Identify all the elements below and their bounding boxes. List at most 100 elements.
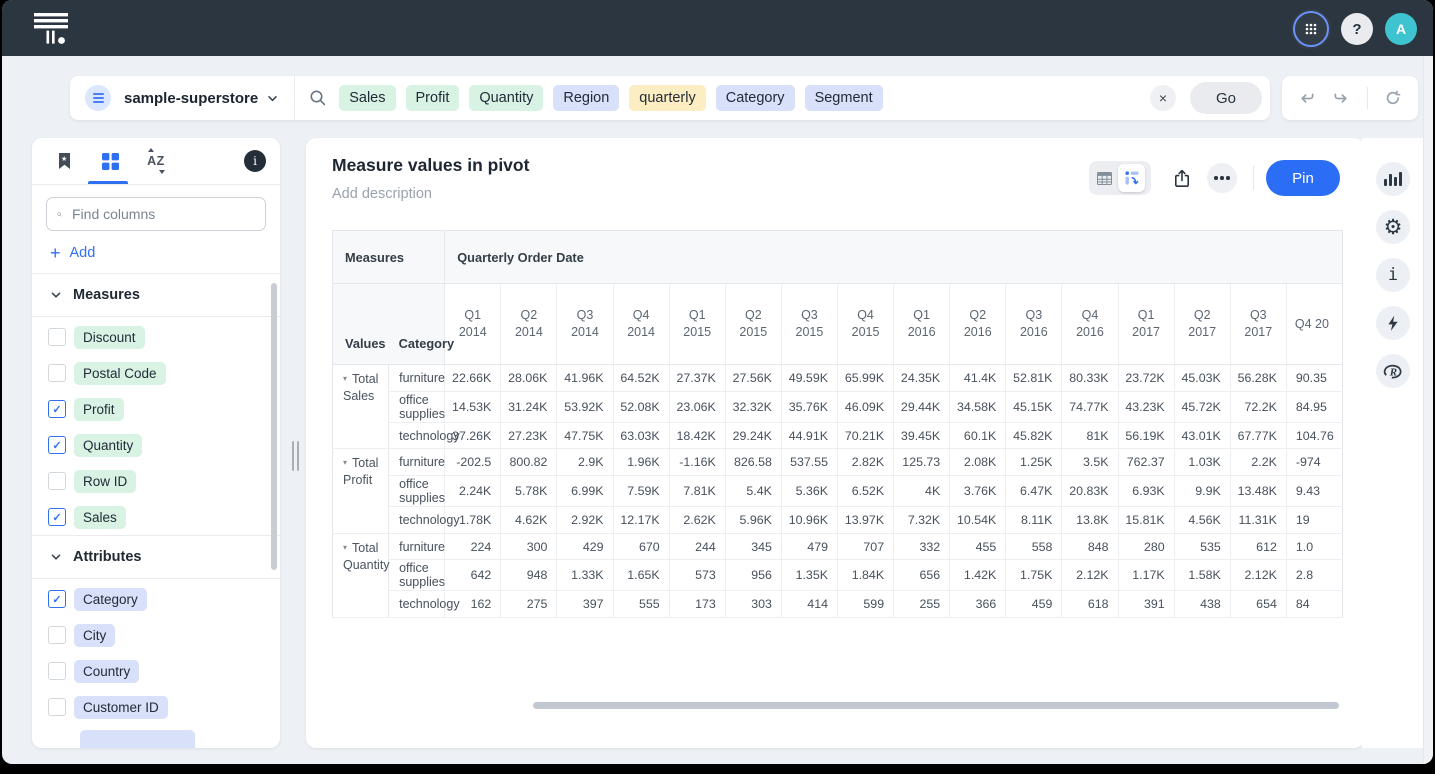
more-icon[interactable] [1207, 163, 1237, 193]
share-icon[interactable] [1173, 169, 1191, 188]
undo-icon[interactable] [1298, 90, 1316, 107]
value-cell[interactable]: 47.75K [557, 422, 613, 449]
value-cell[interactable]: 1.25K [1006, 449, 1062, 476]
value-cell[interactable]: 455 [950, 533, 1006, 560]
column-header-q2-2016[interactable]: Q22016 [950, 284, 1006, 365]
category-cell[interactable]: office supplies [389, 391, 445, 422]
value-cell[interactable]: 5.96K [725, 507, 781, 534]
value-cell[interactable]: 2.24K [445, 476, 501, 507]
value-cell[interactable]: 537.55 [781, 449, 837, 476]
value-cell[interactable]: 13.97K [837, 507, 893, 534]
value-cell[interactable]: 39.45K [894, 422, 950, 449]
value-cell[interactable]: 9.9K [1174, 476, 1230, 507]
value-cell[interactable]: 2.2K [1230, 449, 1286, 476]
value-cell[interactable]: 41.4K [950, 365, 1006, 392]
value-cell[interactable]: 84.95 [1286, 391, 1342, 422]
field-chip[interactable]: Country [74, 660, 139, 683]
checkbox-unchecked[interactable] [48, 364, 66, 382]
value-cell[interactable]: 45.15K [1006, 391, 1062, 422]
value-cell[interactable]: 27.37K [669, 365, 725, 392]
value-cell[interactable]: 670 [613, 533, 669, 560]
column-header-q4-20[interactable]: Q4 20 [1286, 284, 1342, 365]
value-cell[interactable]: 43.01K [1174, 422, 1230, 449]
checkbox-checked[interactable]: ✓ [48, 508, 66, 526]
value-cell[interactable]: 275 [501, 591, 557, 618]
value-cell[interactable]: 7.59K [613, 476, 669, 507]
column-header-q4-2015[interactable]: Q42015 [837, 284, 893, 365]
checkbox-checked[interactable]: ✓ [48, 400, 66, 418]
reset-icon[interactable] [1384, 89, 1402, 107]
search-token-profit[interactable]: Profit [406, 85, 460, 111]
value-cell[interactable]: 29.44K [894, 391, 950, 422]
value-cell[interactable]: 438 [1174, 591, 1230, 618]
values-header[interactable]: Values [333, 284, 389, 365]
measures-corner-header[interactable]: Measures [333, 231, 445, 284]
value-cell[interactable]: 224 [445, 533, 501, 560]
chart-icon[interactable] [1376, 162, 1410, 196]
value-cell[interactable]: 612 [1230, 533, 1286, 560]
value-cell[interactable]: 303 [725, 591, 781, 618]
collapse-caret-icon[interactable]: ▾ [343, 458, 347, 467]
value-cell[interactable]: 4.62K [501, 507, 557, 534]
value-cell[interactable]: 10.54K [950, 507, 1006, 534]
value-cell[interactable]: 173 [669, 591, 725, 618]
category-cell[interactable]: technology [389, 422, 445, 449]
category-cell[interactable]: furniture [389, 365, 445, 392]
category-header[interactable]: Category [389, 284, 445, 365]
value-cell[interactable]: -974 [1286, 449, 1342, 476]
value-cell[interactable]: 956 [725, 560, 781, 591]
value-cell[interactable]: 29.24K [725, 422, 781, 449]
section-header-attributes[interactable]: Attributes [32, 535, 280, 579]
column-header-q3-2016[interactable]: Q32016 [1006, 284, 1062, 365]
value-cell[interactable]: -202.5 [445, 449, 501, 476]
value-cell[interactable]: 479 [781, 533, 837, 560]
value-cell[interactable]: 63.03K [613, 422, 669, 449]
value-cell[interactable]: 397 [557, 591, 613, 618]
settings-icon[interactable]: ⚙ [1376, 210, 1410, 244]
value-cell[interactable]: 56.28K [1230, 365, 1286, 392]
column-header-q3-2017[interactable]: Q32017 [1230, 284, 1286, 365]
value-cell[interactable]: 1.84K [837, 560, 893, 591]
value-cell[interactable]: 7.32K [894, 507, 950, 534]
value-cell[interactable]: 1.33K [557, 560, 613, 591]
value-cell[interactable]: 2.12K [1230, 560, 1286, 591]
search-token-segment[interactable]: Segment [805, 85, 883, 111]
description-placeholder[interactable]: Add description [332, 186, 432, 202]
row-group-label[interactable]: ▾Total Sales [333, 365, 389, 449]
value-cell[interactable]: 4K [894, 476, 950, 507]
column-header-q1-2015[interactable]: Q12015 [669, 284, 725, 365]
value-cell[interactable]: 10.96K [781, 507, 837, 534]
value-cell[interactable]: 5.78K [501, 476, 557, 507]
value-cell[interactable]: 6.52K [837, 476, 893, 507]
value-cell[interactable]: 104.76 [1286, 422, 1342, 449]
checkbox-unchecked[interactable] [48, 626, 66, 644]
section-header-measures[interactable]: Measures [32, 273, 280, 317]
value-cell[interactable]: 2.9K [557, 449, 613, 476]
value-cell[interactable]: 3.5K [1062, 449, 1118, 476]
value-cell[interactable]: 81K [1062, 422, 1118, 449]
category-cell[interactable]: furniture [389, 533, 445, 560]
value-cell[interactable]: 762.37 [1118, 449, 1174, 476]
value-cell[interactable]: 28.06K [501, 365, 557, 392]
value-cell[interactable]: 60.1K [950, 422, 1006, 449]
value-cell[interactable]: 1.58K [1174, 560, 1230, 591]
value-cell[interactable]: 27.56K [725, 365, 781, 392]
field-chip[interactable]: Sales [74, 506, 126, 529]
value-cell[interactable]: 558 [1006, 533, 1062, 560]
value-cell[interactable]: 5.36K [781, 476, 837, 507]
value-cell[interactable]: 90.35 [1286, 365, 1342, 392]
value-cell[interactable]: 707 [837, 533, 893, 560]
value-cell[interactable]: 44.91K [781, 422, 837, 449]
value-cell[interactable]: 45.82K [1006, 422, 1062, 449]
column-header-q3-2014[interactable]: Q32014 [557, 284, 613, 365]
value-cell[interactable]: 1.42K [950, 560, 1006, 591]
value-cell[interactable]: 642 [445, 560, 501, 591]
value-cell[interactable]: 599 [837, 591, 893, 618]
collapse-caret-icon[interactable]: ▾ [343, 374, 347, 383]
value-cell[interactable]: 13.8K [1062, 507, 1118, 534]
pin-button[interactable]: Pin [1266, 160, 1340, 196]
field-chip[interactable]: Customer ID [74, 696, 168, 719]
table-horizontal-scrollbar[interactable] [533, 702, 1339, 709]
column-header-q2-2017[interactable]: Q22017 [1174, 284, 1230, 365]
collapse-caret-icon[interactable]: ▾ [343, 543, 347, 552]
